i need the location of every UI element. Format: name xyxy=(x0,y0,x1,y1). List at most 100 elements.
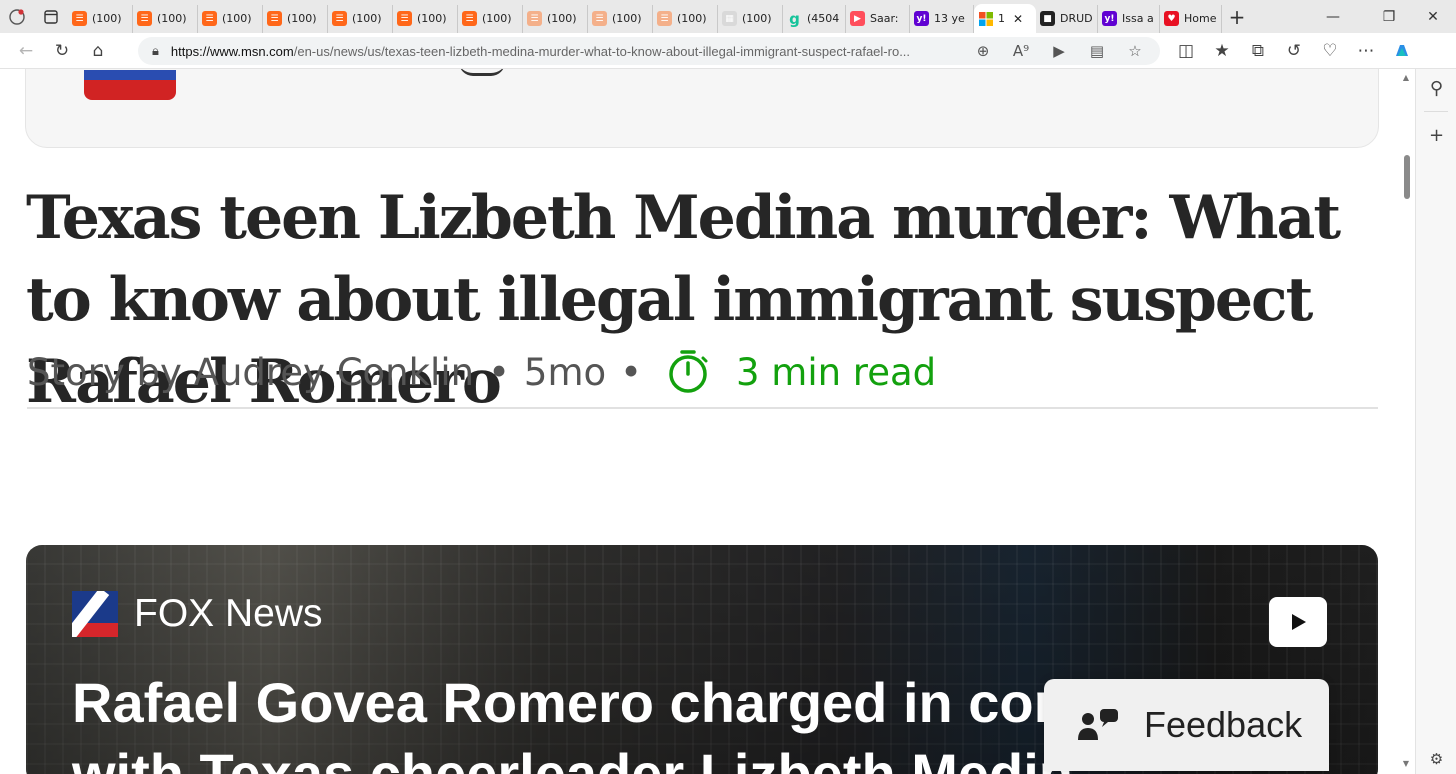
scroll-down-icon[interactable]: ▼ xyxy=(1400,759,1412,768)
sidebar-rail: ⚲ + ⚙ xyxy=(1415,69,1456,774)
favorite-star-icon[interactable]: ☆ xyxy=(1116,42,1154,60)
copilot-icon[interactable] xyxy=(1384,35,1420,67)
scroll-thumb[interactable] xyxy=(1404,155,1410,199)
feedback-icon xyxy=(1078,709,1118,740)
profile-icon[interactable] xyxy=(0,0,34,33)
settings-gear-icon[interactable]: ⚙ xyxy=(1416,750,1456,768)
browser-toolbar: ← ↻ ⌂ 🔒︎ https://www.msn.com/en-us/news/… xyxy=(0,33,1456,69)
search-icon[interactable]: ⚲ xyxy=(1416,69,1456,107)
video-icon[interactable]: ▶ xyxy=(1040,42,1078,60)
tab-4[interactable]: ☰ (100) xyxy=(328,4,393,33)
youtube-icon: ▶ xyxy=(850,11,865,26)
read-aloud-icon[interactable]: A⁹ xyxy=(1002,42,1040,60)
home-icon[interactable]: ⌂ xyxy=(80,35,116,67)
page-viewport: Texas teen Lizbeth Medina murder: What t… xyxy=(0,69,1399,774)
tab-9[interactable]: ☰ (100) xyxy=(653,4,718,33)
article-byline: Story by Audrey Conklin • 5mo • 3 min re… xyxy=(27,346,936,398)
byline-separator: • xyxy=(620,350,642,394)
tab-label: (100) xyxy=(677,12,707,25)
favorites-icon[interactable]: ★ xyxy=(1204,35,1240,67)
yahoo-icon: y! xyxy=(1102,11,1117,26)
tab-14[interactable]: 1 ✕ xyxy=(974,4,1036,33)
substack-icon: ☰ xyxy=(657,11,672,26)
collections-icon[interactable]: ⧉ xyxy=(1240,35,1276,67)
feedback-button[interactable]: Feedback xyxy=(1044,679,1329,771)
tab-label: Home xyxy=(1184,12,1217,25)
tab-label: (100) xyxy=(92,12,122,25)
tab-6[interactable]: ☰ (100) xyxy=(458,4,523,33)
zoom-icon[interactable]: ⊕ xyxy=(964,42,1002,60)
drudge-icon: ■ xyxy=(1040,11,1055,26)
flag-image xyxy=(84,70,176,100)
tab-actions-icon[interactable] xyxy=(34,0,68,33)
new-tab-button[interactable]: + xyxy=(1222,5,1252,29)
substack-icon: ☰ xyxy=(592,11,607,26)
play-button[interactable] xyxy=(1269,597,1327,647)
substack-icon: ☰ xyxy=(137,11,152,26)
tab-15[interactable]: ■ DRUD xyxy=(1036,4,1098,33)
tab-13[interactable]: y! 13 ye xyxy=(910,4,974,33)
tab-17[interactable]: ♥ Home xyxy=(1160,4,1222,33)
back-icon[interactable]: ← xyxy=(8,35,44,67)
tab-5[interactable]: ☰ (100) xyxy=(393,4,458,33)
address-bar[interactable]: 🔒︎ https://www.msn.com/en-us/news/us/tex… xyxy=(138,37,1160,65)
fox-news-logo-icon xyxy=(72,591,118,637)
substack-icon: ☰ xyxy=(462,11,477,26)
article-age: 5mo xyxy=(523,350,607,394)
close-tab-icon[interactable]: ✕ xyxy=(1013,12,1023,26)
tab-label: (100) xyxy=(222,12,252,25)
video-title-line2: with Texas cheerleader Lizbeth Medin xyxy=(72,742,1073,774)
tab-16[interactable]: y! Issa a xyxy=(1098,4,1160,33)
lock-icon[interactable]: 🔒︎ xyxy=(152,44,159,59)
video-source: FOX News xyxy=(72,591,323,637)
history-icon[interactable]: ↺ xyxy=(1276,35,1312,67)
substack-icon: ☰ xyxy=(72,11,87,26)
tab-2[interactable]: ☰ (100) xyxy=(198,4,263,33)
tab-11[interactable]: g (4504 xyxy=(783,4,846,33)
video-source-name: FOX News xyxy=(134,592,323,635)
tab-12[interactable]: ▶ Saar: xyxy=(846,4,910,33)
gallery-icon: ▦ xyxy=(722,11,737,26)
close-window-icon[interactable]: ✕ xyxy=(1410,0,1456,33)
rail-divider xyxy=(1424,111,1448,112)
browser-essentials-icon[interactable]: ♡ xyxy=(1312,35,1348,67)
scrollbar[interactable]: ▲ ▼ xyxy=(1399,69,1413,774)
tab-label: (4504 xyxy=(807,12,840,25)
restore-icon[interactable]: ❐ xyxy=(1366,0,1412,33)
yahoo-icon: y! xyxy=(914,11,929,26)
tab-0[interactable]: ☰ (100) xyxy=(68,4,133,33)
tab-label: DRUD xyxy=(1060,12,1093,25)
refresh-icon[interactable]: ↻ xyxy=(44,35,80,67)
tab-label: (100) xyxy=(742,12,772,25)
immersive-reader-icon[interactable]: ▤ xyxy=(1078,42,1116,60)
substack-icon: ☰ xyxy=(527,11,542,26)
tab-3[interactable]: ☰ (100) xyxy=(263,4,328,33)
substack-icon: ☰ xyxy=(397,11,412,26)
tab-label: (100) xyxy=(612,12,642,25)
minimize-icon[interactable]: — xyxy=(1310,0,1356,33)
split-screen-icon[interactable]: ◫ xyxy=(1168,35,1204,67)
substack-icon: ☰ xyxy=(332,11,347,26)
tab-label: (100) xyxy=(482,12,512,25)
previous-card xyxy=(25,69,1379,148)
url-text[interactable]: https://www.msn.com/en-us/news/us/texas-… xyxy=(171,44,961,59)
more-options-icon[interactable]: ⋯ xyxy=(1348,35,1384,67)
add-icon[interactable]: + xyxy=(1416,116,1456,154)
tab-1[interactable]: ☰ (100) xyxy=(133,4,198,33)
tab-7[interactable]: ☰ (100) xyxy=(523,4,588,33)
tab-8[interactable]: ☰ (100) xyxy=(588,4,653,33)
divider xyxy=(27,407,1378,409)
tab-10[interactable]: ▦ (100) xyxy=(718,4,783,33)
read-time: 3 min read xyxy=(735,350,937,394)
tab-label: (100) xyxy=(417,12,447,25)
avatar xyxy=(459,69,505,76)
tab-label: (100) xyxy=(287,12,317,25)
stopwatch-icon xyxy=(669,350,708,393)
tab-label: Saar: xyxy=(870,12,899,25)
msn-icon xyxy=(978,11,993,26)
tab-label: Issa a xyxy=(1122,12,1154,25)
author[interactable]: Story by Audrey Conklin xyxy=(27,351,474,394)
scroll-up-icon[interactable]: ▲ xyxy=(1400,73,1412,82)
tab-label: (100) xyxy=(352,12,382,25)
substack-icon: ☰ xyxy=(202,11,217,26)
